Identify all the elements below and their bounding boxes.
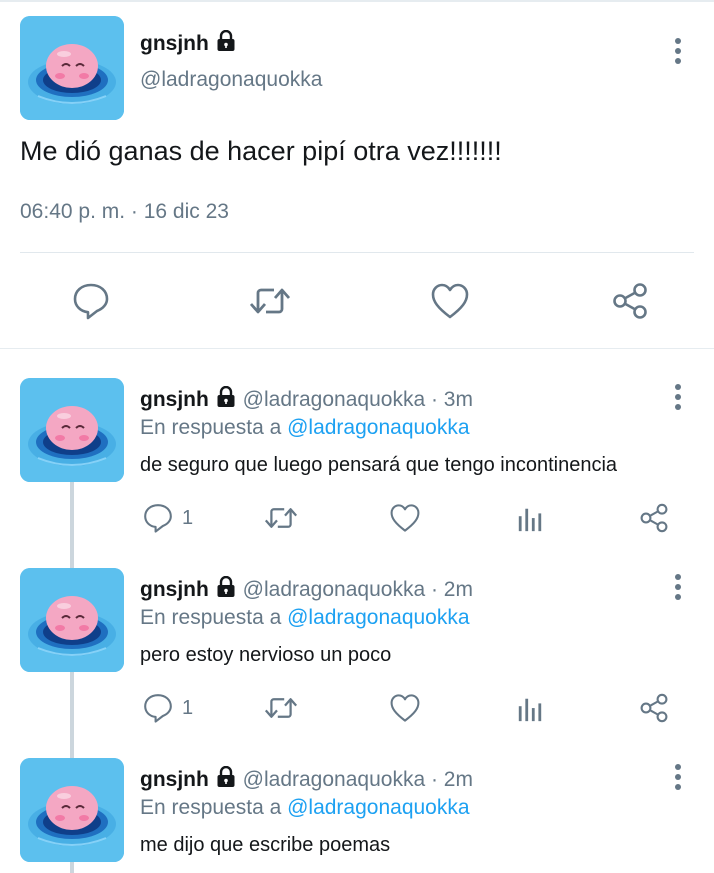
reply-count: 1 <box>182 506 194 529</box>
like-button[interactable] <box>430 282 470 320</box>
more-options-icon[interactable] <box>668 384 688 414</box>
handle-and-time: @ladragonaquokka · 3m <box>242 388 473 411</box>
retweet-icon <box>263 692 299 724</box>
author-name: gnsjnh <box>140 768 209 791</box>
main-tweet-author[interactable]: gnsjnh <box>140 30 237 56</box>
pink-blob-avatar-image <box>20 568 124 672</box>
reply-prefix: En respuesta a <box>140 416 288 439</box>
reply-button[interactable]: 1 <box>142 502 193 534</box>
retweet-icon <box>263 502 299 534</box>
reply-icon <box>142 502 174 534</box>
thread-line <box>70 862 74 873</box>
analytics-icon <box>516 695 544 723</box>
tweet-text: Me dió ganas de hacer pipí otra vez!!!!!… <box>20 136 502 166</box>
avatar[interactable] <box>20 758 124 862</box>
reply-icon <box>142 692 174 724</box>
reply-count: 1 <box>182 696 194 719</box>
share-icon <box>610 281 650 321</box>
lock-icon <box>215 576 237 598</box>
more-options-icon[interactable] <box>668 574 688 604</box>
heart-icon <box>430 282 470 320</box>
retweet-button[interactable] <box>263 692 299 724</box>
lock-icon <box>215 30 237 52</box>
share-button[interactable] <box>610 281 650 321</box>
avatar[interactable] <box>20 568 124 672</box>
mention-link[interactable]: @ladragonaquokka <box>287 416 469 439</box>
author-name: gnsjnh <box>140 578 209 601</box>
reply-header[interactable]: gnsjnh @ladragonaquokka · 2m <box>140 766 473 792</box>
reply-text: de seguro que luego pensará que tengo in… <box>140 454 618 476</box>
in-reply-to: En respuesta a @ladragonaquokka <box>140 416 470 440</box>
lock-icon <box>215 766 237 788</box>
section-divider <box>0 348 714 349</box>
mention-link[interactable]: @ladragonaquokka <box>287 606 469 629</box>
reply-button[interactable] <box>71 281 111 321</box>
author-name: gnsjnh <box>140 388 209 411</box>
more-options-icon[interactable] <box>668 764 688 794</box>
more-options-icon[interactable] <box>668 38 688 68</box>
author-name: gnsjnh <box>140 32 209 55</box>
author-handle[interactable]: @ladragonaquokka <box>140 68 322 92</box>
analytics-button[interactable] <box>516 505 544 533</box>
retweet-button[interactable] <box>263 502 299 534</box>
in-reply-to: En respuesta a @ladragonaquokka <box>140 796 470 820</box>
tweet-timestamp[interactable]: 06:40 p. m. · 16 dic 23 <box>20 200 229 224</box>
handle-and-time: @ladragonaquokka · 2m <box>242 768 473 791</box>
reply-button[interactable]: 1 <box>142 692 193 724</box>
avatar[interactable] <box>20 378 124 482</box>
handle-and-time: @ladragonaquokka · 2m <box>242 578 473 601</box>
share-button[interactable] <box>638 502 670 534</box>
avatar[interactable] <box>20 16 124 120</box>
reply-header[interactable]: gnsjnh @ladragonaquokka · 2m <box>140 576 473 602</box>
like-button[interactable] <box>389 693 421 723</box>
thread-line <box>70 672 74 758</box>
pink-blob-avatar-image <box>20 16 124 120</box>
reply-text: pero estoy nervioso un poco <box>140 644 392 666</box>
pink-blob-avatar-image <box>20 378 124 482</box>
share-icon <box>638 692 670 724</box>
retweet-button[interactable] <box>248 281 292 321</box>
divider <box>20 252 694 253</box>
share-icon <box>638 502 670 534</box>
thread-line <box>70 482 74 568</box>
analytics-button[interactable] <box>516 695 544 723</box>
reply-icon <box>71 281 111 321</box>
mention-link[interactable]: @ladragonaquokka <box>287 796 469 819</box>
in-reply-to: En respuesta a @ladragonaquokka <box>140 606 470 630</box>
reply-header[interactable]: gnsjnh @ladragonaquokka · 3m <box>140 386 473 412</box>
top-border <box>0 0 714 2</box>
retweet-icon <box>248 281 292 321</box>
lock-icon <box>215 386 237 408</box>
reply-prefix: En respuesta a <box>140 606 288 629</box>
pink-blob-avatar-image <box>20 758 124 862</box>
like-button[interactable] <box>389 503 421 533</box>
reply-text: me dijo que escribe poemas <box>140 834 391 856</box>
heart-icon <box>389 503 421 533</box>
analytics-icon <box>516 505 544 533</box>
share-button[interactable] <box>638 692 670 724</box>
heart-icon <box>389 693 421 723</box>
reply-prefix: En respuesta a <box>140 796 288 819</box>
